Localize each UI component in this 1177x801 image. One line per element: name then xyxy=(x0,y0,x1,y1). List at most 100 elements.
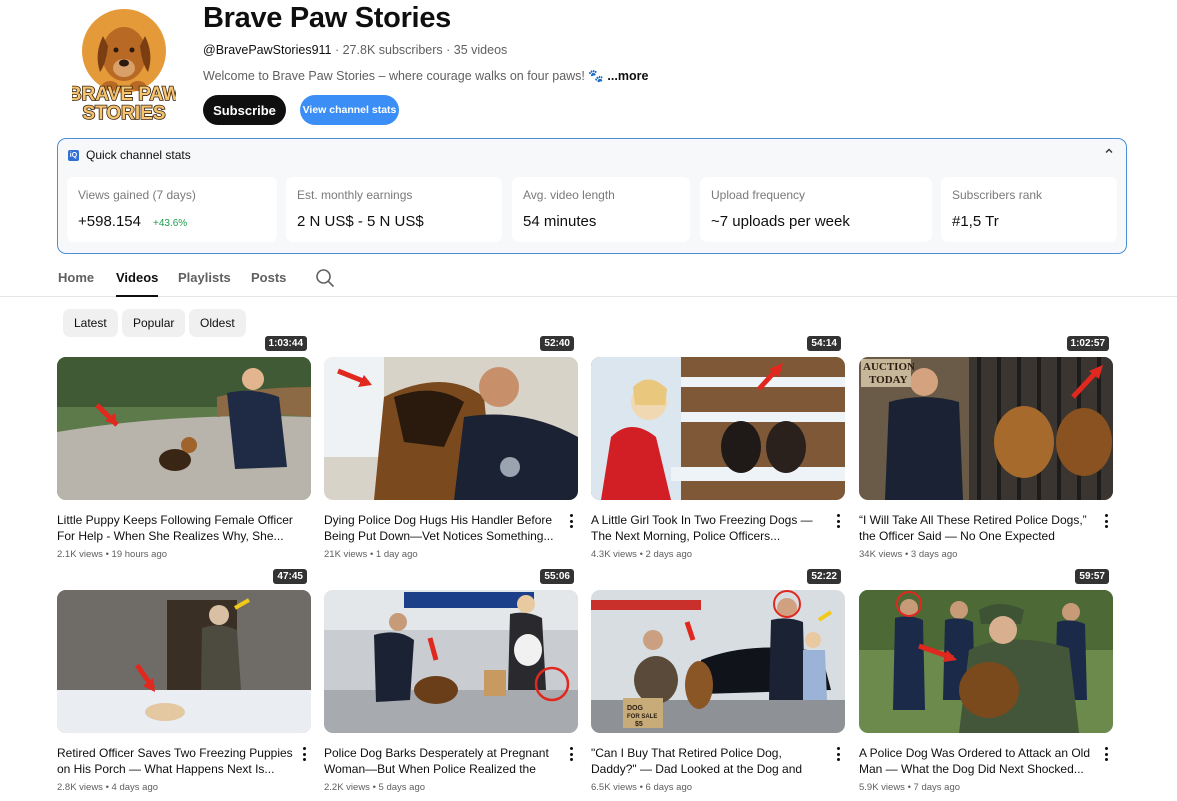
video-title[interactable]: Retired Officer Saves Two Freezing Puppi… xyxy=(57,745,293,777)
video-thumbnail[interactable]: AUCTION TODAY xyxy=(859,357,1113,500)
video-more-actions-icon[interactable] xyxy=(566,512,576,530)
description-text: Welcome to Brave Paw Stories – where cou… xyxy=(203,69,604,83)
video-age: 7 days ago xyxy=(913,782,961,793)
subscriber-count: 27.8K subscribers xyxy=(342,43,443,57)
video-meta: 2.8K views • 4 days ago xyxy=(57,782,159,793)
video-thumbnail[interactable] xyxy=(859,590,1113,733)
video-duration: 54:14 xyxy=(807,336,841,351)
view-channel-stats-button[interactable]: View channel stats xyxy=(300,95,399,125)
svg-text:DOG: DOG xyxy=(627,705,644,712)
video-views: 21K views xyxy=(324,549,368,560)
video-thumbnail[interactable] xyxy=(324,590,578,733)
video-title[interactable]: Little Puppy Keeps Following Female Offi… xyxy=(57,512,293,544)
stat-value: ~7 uploads per week xyxy=(711,213,850,230)
video-duration: 59:57 xyxy=(1075,569,1109,584)
video-more-actions-icon[interactable] xyxy=(566,745,576,763)
video-title[interactable]: Dying Police Dog Hugs His Handler Before… xyxy=(324,512,560,544)
video-title[interactable]: "Can I Buy That Retired Police Dog, Dadd… xyxy=(591,745,827,777)
svg-text:TODAY: TODAY xyxy=(869,374,908,386)
video-views: 6.5K views xyxy=(591,782,637,793)
video-meta: 4.3K views • 2 days ago xyxy=(591,549,693,560)
video-views: 2.1K views xyxy=(57,549,103,560)
video-age: 3 days ago xyxy=(910,549,958,560)
video-age: 1 day ago xyxy=(375,549,418,560)
video-more-actions-icon[interactable] xyxy=(833,512,843,530)
stat-value: +598.154 +43.6% xyxy=(78,213,187,230)
video-thumbnail[interactable]: DOG FOR SALE $5 xyxy=(591,590,845,733)
video-age: 5 days ago xyxy=(378,782,426,793)
chip-oldest[interactable]: Oldest xyxy=(189,309,246,337)
search-icon[interactable] xyxy=(315,268,335,288)
video-thumbnail[interactable] xyxy=(57,357,311,500)
channel-meta: @BravePawStories911 · 27.8K subscribers … xyxy=(203,43,508,57)
video-meta: 34K views • 3 days ago xyxy=(859,549,958,560)
quick-stats-panel: iQ Quick channel stats Views gained (7 d… xyxy=(57,138,1127,254)
svg-text:AUCTION: AUCTION xyxy=(863,361,915,373)
svg-text:BRAVE PAW: BRAVE PAW xyxy=(72,84,176,105)
video-duration: 1:03:44 xyxy=(264,336,307,351)
video-meta: 2.1K views • 19 hours ago xyxy=(57,549,168,560)
tab-posts[interactable]: Posts xyxy=(251,270,286,285)
video-more-actions-icon[interactable] xyxy=(1101,745,1111,763)
stats-logo-icon: iQ xyxy=(68,149,79,161)
svg-text:FOR SALE: FOR SALE xyxy=(627,714,657,720)
stat-label: Views gained (7 days) xyxy=(78,188,196,202)
tab-playlists[interactable]: Playlists xyxy=(178,270,231,285)
video-thumbnail[interactable] xyxy=(324,357,578,500)
channel-avatar[interactable]: BRAVE PAW STORIES xyxy=(72,6,176,124)
channel-title: Brave Paw Stories xyxy=(203,2,451,34)
video-duration: 1:02:57 xyxy=(1066,336,1109,351)
channel-tabs: Home Videos Playlists Posts xyxy=(0,258,1177,297)
tab-home[interactable]: Home xyxy=(58,270,94,285)
stat-label: Subscribers rank xyxy=(952,188,1043,202)
views-gained-value: +598.154 xyxy=(78,213,141,230)
video-meta: 21K views • 1 day ago xyxy=(324,549,418,560)
video-views: 2.8K views xyxy=(57,782,103,793)
video-meta: 2.2K views • 5 days ago xyxy=(324,782,426,793)
stat-value: #1,5 Tr xyxy=(952,213,999,230)
channel-description[interactable]: Welcome to Brave Paw Stories – where cou… xyxy=(203,69,648,84)
video-views: 5.9K views xyxy=(859,782,905,793)
svg-text:$5: $5 xyxy=(635,721,643,728)
video-views: 4.3K views xyxy=(591,549,637,560)
quick-stats-header[interactable]: iQ Quick channel stats xyxy=(68,148,191,162)
video-age: 2 days ago xyxy=(645,549,693,560)
video-count: 35 videos xyxy=(453,43,508,57)
video-more-actions-icon[interactable] xyxy=(299,745,309,763)
video-title[interactable]: Police Dog Barks Desperately at Pregnant… xyxy=(324,745,560,777)
video-thumbnail[interactable] xyxy=(57,590,311,733)
video-more-actions-icon[interactable] xyxy=(1101,512,1111,530)
stat-label: Est. monthly earnings xyxy=(297,188,413,202)
video-age: 6 days ago xyxy=(645,782,693,793)
stat-card-avg-length: Avg. video length 54 minutes xyxy=(512,177,690,242)
svg-text:STORIES: STORIES xyxy=(82,103,165,124)
chip-popular[interactable]: Popular xyxy=(122,309,186,337)
video-duration: 52:22 xyxy=(807,569,841,584)
stat-label: Upload frequency xyxy=(711,188,806,202)
video-duration: 52:40 xyxy=(540,336,574,351)
video-duration: 47:45 xyxy=(273,569,307,584)
video-title[interactable]: “I Will Take All These Retired Police Do… xyxy=(859,512,1095,544)
video-meta: 6.5K views • 6 days ago xyxy=(591,782,693,793)
chevron-up-icon[interactable] xyxy=(1104,146,1114,159)
video-title[interactable]: A Police Dog Was Ordered to Attack an Ol… xyxy=(859,745,1095,777)
quick-stats-title: Quick channel stats xyxy=(86,148,191,162)
video-title[interactable]: A Little Girl Took In Two Freezing Dogs … xyxy=(591,512,827,544)
description-more-link[interactable]: ...more xyxy=(607,69,648,83)
stat-card-earnings: Est. monthly earnings 2 N US$ - 5 N US$ xyxy=(286,177,502,242)
stat-value: 54 minutes xyxy=(523,213,597,230)
video-views: 34K views xyxy=(859,549,903,560)
tab-videos[interactable]: Videos xyxy=(116,270,159,297)
video-more-actions-icon[interactable] xyxy=(833,745,843,763)
subscribe-button[interactable]: Subscribe xyxy=(203,95,286,125)
video-age: 4 days ago xyxy=(111,782,159,793)
stat-card-subscribers-rank: Subscribers rank #1,5 Tr xyxy=(941,177,1117,242)
video-thumbnail[interactable] xyxy=(591,357,845,500)
video-views: 2.2K views xyxy=(324,782,370,793)
channel-handle[interactable]: @BravePawStories911 xyxy=(203,43,332,57)
chip-latest[interactable]: Latest xyxy=(63,309,118,337)
stat-card-upload-frequency: Upload frequency ~7 uploads per week xyxy=(700,177,932,242)
stat-value: 2 N US$ - 5 N US$ xyxy=(297,213,424,230)
stat-label: Avg. video length xyxy=(523,188,615,202)
video-age: 19 hours ago xyxy=(111,549,168,560)
